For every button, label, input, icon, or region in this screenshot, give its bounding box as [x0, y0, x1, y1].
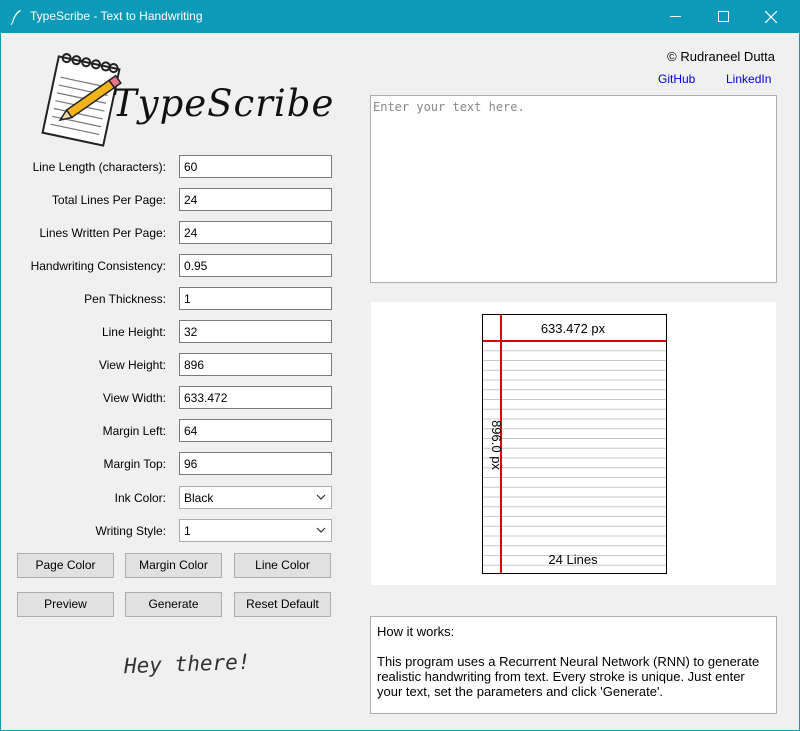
- pen-thickness-input[interactable]: [179, 287, 332, 310]
- close-button[interactable]: [748, 0, 794, 33]
- view-height-input[interactable]: [179, 353, 332, 376]
- writing-style-select[interactable]: 1: [179, 519, 332, 542]
- ink-color-value: Black: [184, 491, 214, 505]
- writing-style-label: Writing Style:: [95, 524, 166, 538]
- view-width-input[interactable]: [179, 386, 332, 409]
- consistency-input[interactable]: [179, 254, 332, 277]
- lines-written-input[interactable]: [179, 221, 332, 244]
- page-preview-drawing: 633.472 px 896.0 px 24 Lines: [483, 315, 666, 573]
- width-dimension-label: 633.472 px: [541, 321, 606, 336]
- line-length-label: Line Length (characters):: [32, 160, 166, 174]
- copyright-text: © Rudraneel Dutta: [667, 49, 775, 64]
- consistency-label: Handwriting Consistency:: [30, 259, 166, 273]
- minimize-button[interactable]: [652, 0, 698, 33]
- text-input-placeholder: Enter your text here.: [373, 100, 525, 114]
- how-it-works-body: This program uses a Recurrent Neural Net…: [377, 654, 760, 699]
- total-lines-label: Total Lines Per Page:: [51, 193, 166, 207]
- margin-top-label: Margin Top:: [103, 457, 166, 471]
- height-dimension-label: 896.0 px: [489, 420, 504, 470]
- margin-left-input[interactable]: [179, 419, 332, 442]
- how-it-works-title: How it works:: [377, 624, 455, 639]
- margin-color-button[interactable]: Margin Color: [125, 553, 222, 578]
- line-length-input[interactable]: [179, 155, 332, 178]
- linkedin-link[interactable]: LinkedIn: [726, 72, 771, 86]
- writing-style-value: 1: [184, 524, 191, 538]
- feather-icon: [10, 10, 21, 25]
- signature-text: Hey there!: [123, 649, 251, 679]
- lines-written-label: Lines Written Per Page:: [39, 226, 166, 240]
- margin-top-input[interactable]: [179, 452, 332, 475]
- ink-color-label: Ink Color:: [114, 491, 166, 505]
- text-input-area[interactable]: Enter your text here.: [370, 95, 777, 283]
- chevron-down-icon: [316, 527, 326, 533]
- view-width-label: View Width:: [102, 391, 166, 405]
- minimize-icon: [669, 16, 681, 17]
- line-height-input[interactable]: [179, 320, 332, 343]
- preview-button[interactable]: Preview: [17, 592, 114, 617]
- view-height-label: View Height:: [98, 358, 166, 372]
- chevron-down-icon: [316, 494, 326, 500]
- page-preview-panel: 633.472 px 896.0 px 24 Lines: [371, 302, 776, 585]
- line-color-button[interactable]: Line Color: [234, 553, 331, 578]
- maximize-icon: [717, 11, 729, 22]
- maximize-button[interactable]: [700, 0, 746, 33]
- margin-left-label: Margin Left:: [102, 424, 166, 438]
- page-color-button[interactable]: Page Color: [17, 553, 114, 578]
- how-it-works-panel: How it works: This program uses a Recurr…: [370, 616, 777, 714]
- line-height-label: Line Height:: [101, 325, 166, 339]
- generate-button[interactable]: Generate: [125, 592, 222, 617]
- github-link[interactable]: GitHub: [658, 72, 695, 86]
- ink-color-select[interactable]: Black: [179, 486, 332, 509]
- pen-thickness-label: Pen Thickness:: [84, 292, 166, 306]
- window-title: TypeScribe - Text to Handwriting: [30, 9, 203, 23]
- title-bar: TypeScribe - Text to Handwriting: [0, 0, 800, 33]
- close-icon: [765, 10, 777, 23]
- page-preview: 633.472 px 896.0 px 24 Lines: [482, 314, 667, 574]
- reset-default-button[interactable]: Reset Default: [234, 592, 331, 617]
- line-count-label: 24 Lines: [548, 552, 598, 567]
- app-logo-text: TypeScribe: [112, 82, 335, 125]
- total-lines-input[interactable]: [179, 188, 332, 211]
